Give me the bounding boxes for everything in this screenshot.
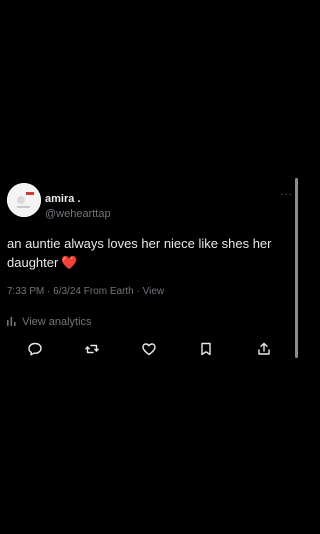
bookmark-icon[interactable] [198, 341, 216, 359]
meta-separator: · [44, 286, 54, 297]
tweet-meta: 7:33 PM · 6/3/24 From Earth · View [7, 286, 164, 297]
analytics-icon [7, 317, 16, 326]
meta-separator: · [133, 286, 143, 297]
author-handle[interactable]: @wehearttap [45, 208, 111, 220]
more-options-icon[interactable]: ··· [280, 189, 293, 200]
reply-icon[interactable] [27, 341, 45, 359]
avatar[interactable] [7, 183, 41, 217]
author-name[interactable]: amira . [45, 193, 80, 205]
tweet-text: an auntie always loves her niece like sh… [7, 236, 272, 270]
view-analytics[interactable]: View analytics [7, 316, 92, 328]
like-icon[interactable] [141, 341, 159, 359]
tweet-text-block: an auntie always loves her niece like sh… [7, 234, 287, 272]
tweet-source: From Earth [80, 286, 134, 297]
tweet-date[interactable]: 6/3/24 [53, 286, 81, 297]
retweet-icon[interactable] [84, 341, 102, 359]
share-icon[interactable] [256, 341, 274, 359]
avatar-image [7, 183, 41, 217]
tweet-header: amira . @wehearttap ··· [7, 183, 293, 220]
view-analytics-label: View analytics [22, 316, 92, 328]
tweet-time[interactable]: 7:33 PM [7, 286, 44, 297]
view-link[interactable]: View [143, 286, 165, 297]
tweet-actions [0, 341, 300, 361]
scrollbar[interactable] [295, 178, 298, 358]
heart-emoji: ❤️ [61, 255, 78, 270]
